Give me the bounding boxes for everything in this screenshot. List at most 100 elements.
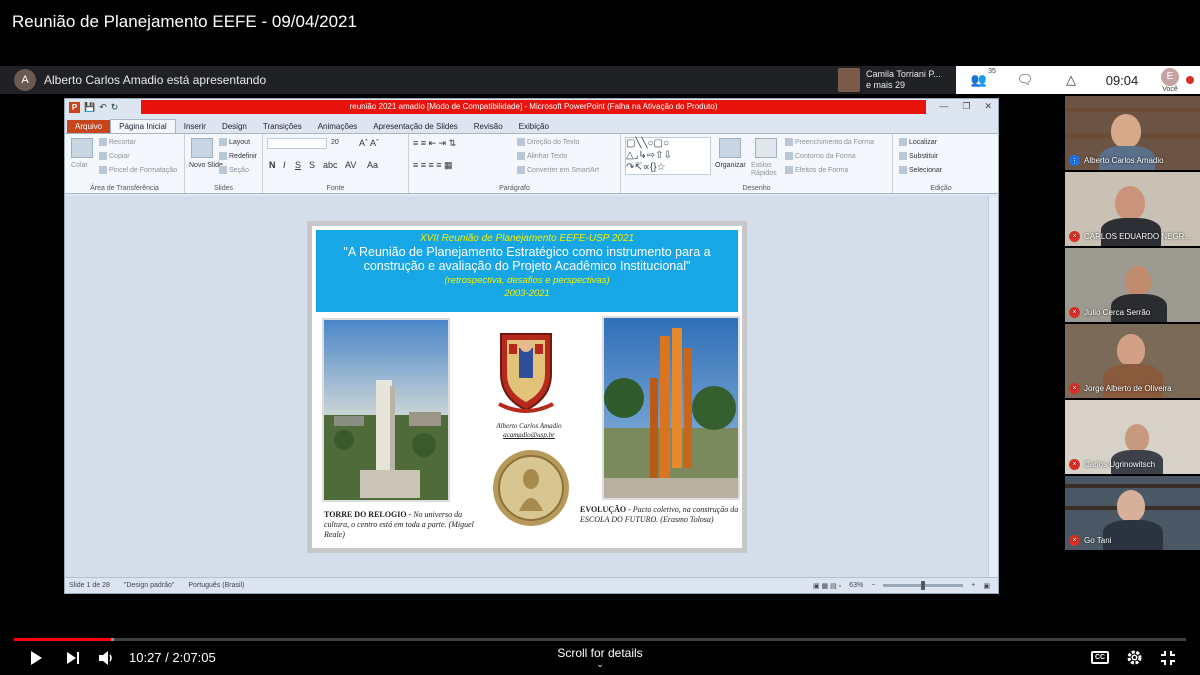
- new-slide-icon[interactable]: [191, 138, 213, 158]
- mic-off-icon: ×: [1069, 231, 1080, 242]
- volume-button[interactable]: [98, 650, 115, 671]
- shape-fill-button[interactable]: Preenchimento da Forma: [785, 138, 874, 146]
- spacing-icon[interactable]: AV: [345, 160, 356, 170]
- paste-icon[interactable]: [71, 138, 93, 158]
- volume-icon: [99, 651, 112, 665]
- next-icon: [67, 652, 79, 664]
- arrange-icon[interactable]: [719, 138, 741, 158]
- align-text-button[interactable]: Alinhar Texto: [517, 152, 567, 160]
- italic-icon[interactable]: I: [283, 160, 286, 170]
- people-button[interactable]: 👥 35: [956, 68, 1002, 88]
- participant-tile[interactable]: × Go Tani: [1065, 476, 1200, 550]
- select-button[interactable]: Selecionar: [899, 166, 942, 174]
- settings-button[interactable]: [1126, 649, 1143, 671]
- theme-name: "Design padrão": [123, 582, 175, 589]
- zoom-out-icon[interactable]: −: [871, 582, 875, 589]
- tab-design[interactable]: Design: [214, 120, 255, 133]
- next-button[interactable]: [66, 651, 80, 670]
- tab-insert[interactable]: Inserir: [176, 120, 214, 133]
- bold-icon[interactable]: N: [269, 160, 276, 170]
- find-button[interactable]: Localizar: [899, 138, 937, 146]
- tab-view[interactable]: Exibição: [511, 120, 557, 133]
- shapes-gallery[interactable]: ▢╲╲○▢○ △⌟↳⇨⇧⇩ ↷↸∝{}☆: [625, 137, 711, 175]
- group-font-label: Fonte: [326, 185, 345, 192]
- featured-participant[interactable]: Camila Torriani P... e mais 29: [838, 66, 950, 94]
- paste-label: Colar: [71, 162, 88, 169]
- zoom-slider[interactable]: [883, 581, 964, 590]
- tab-slideshow[interactable]: Apresentação de Slides: [365, 120, 466, 133]
- quick-styles-icon[interactable]: [755, 138, 777, 158]
- font-name-field[interactable]: [267, 138, 327, 149]
- participant-tile[interactable]: × Jorge Alberto de Oliveira: [1065, 324, 1200, 398]
- replace-button[interactable]: Substituir: [899, 152, 938, 160]
- language[interactable]: Português (Brasil): [188, 582, 244, 589]
- reset-button[interactable]: Redefinir: [219, 152, 257, 160]
- chat-button[interactable]: 🗨: [1002, 72, 1048, 88]
- tab-animations[interactable]: Animações: [310, 120, 366, 133]
- zoom-in-icon[interactable]: +: [971, 582, 975, 589]
- smartart-icon: [517, 166, 525, 174]
- save-icon[interactable]: 💾: [84, 102, 95, 113]
- grow-font-icon[interactable]: Aˆ Aˇ: [359, 138, 379, 148]
- group-editing: Localizar Substituir Selecionar Edição: [893, 134, 989, 193]
- text-direction-button[interactable]: Direção do Texto: [517, 138, 579, 146]
- restore-icon[interactable]: ❐: [962, 101, 970, 112]
- shadow-icon[interactable]: S: [309, 160, 315, 170]
- tab-home[interactable]: Página Inicial: [110, 119, 176, 133]
- format-painter-button[interactable]: Pincel de Formatação: [99, 166, 177, 174]
- group-drawing-label: Desenho: [742, 185, 771, 192]
- brush-icon: [99, 166, 107, 174]
- participant-tile[interactable]: × Carlos Ugrinowitsch: [1065, 400, 1200, 474]
- tab-file[interactable]: Arquivo: [67, 120, 111, 133]
- self-view[interactable]: E Você: [1150, 67, 1190, 93]
- tab-transitions[interactable]: Transições: [255, 120, 310, 133]
- view-buttons-icon[interactable]: ▣ ▦ ▤ ▫: [813, 582, 841, 590]
- minimize-icon[interactable]: —: [939, 101, 948, 112]
- scroll-for-details[interactable]: Scroll for details ⌄: [540, 646, 660, 669]
- tab-review[interactable]: Revisão: [466, 120, 511, 133]
- strikethrough-icon[interactable]: abc: [323, 160, 338, 170]
- participant-tile[interactable]: ⋮ Alberto Carlos Amadio: [1065, 96, 1200, 170]
- layout-button[interactable]: Layout: [219, 138, 250, 146]
- bullets-icon[interactable]: ≡ ≡ ⇤ ⇥ ⇅: [413, 138, 456, 149]
- scissors-icon: [99, 138, 107, 146]
- participants-count: 35: [988, 68, 996, 75]
- smartart-button[interactable]: Converter em SmartArt: [517, 166, 599, 174]
- participant-tile[interactable]: × CARLOS EDUARDO NEGR...: [1065, 172, 1200, 246]
- mic-off-icon: ×: [1069, 459, 1080, 470]
- redo-icon[interactable]: ↻: [111, 102, 119, 113]
- play-button[interactable]: [28, 650, 44, 671]
- shape-fill-label: Preenchimento da Forma: [795, 138, 874, 146]
- progress-bar[interactable]: [14, 638, 1186, 641]
- powerpoint-logo-icon: P: [69, 102, 80, 113]
- case-icon[interactable]: Aa: [367, 160, 378, 170]
- exit-fullscreen-button[interactable]: [1160, 650, 1176, 671]
- zoom-level[interactable]: 63%: [849, 582, 863, 589]
- layout-icon: [219, 138, 227, 146]
- slide-title-line3: (retrospectiva, desafios e perspectivas): [444, 275, 610, 286]
- undo-icon[interactable]: ↶: [99, 102, 107, 113]
- align-text-label: Alinhar Texto: [527, 152, 568, 160]
- close-icon[interactable]: ✕: [984, 101, 992, 112]
- shape-outline-button[interactable]: Contorno da Forma: [785, 152, 856, 160]
- group-paragraph: ≡ ≡ ⇤ ⇥ ⇅ ≡ ≡ ≡ ≡ ▦ Direção do Texto Ali…: [409, 134, 621, 193]
- time-display: 10:27 / 2:07:05: [129, 650, 216, 665]
- usp-crest-logo: [495, 326, 557, 414]
- underline-icon[interactable]: S: [295, 160, 301, 170]
- font-size-field[interactable]: 20: [331, 139, 339, 146]
- activities-button[interactable]: △: [1048, 72, 1094, 88]
- align-icons[interactable]: ≡ ≡ ≡ ≡ ▦: [413, 160, 453, 171]
- copy-button[interactable]: Copiar: [99, 152, 130, 160]
- presenter-indicator: A Alberto Carlos Amadio está apresentand…: [14, 69, 266, 91]
- author-email[interactable]: acamadio@usp.br: [482, 431, 576, 440]
- captions-button[interactable]: CC: [1091, 651, 1109, 664]
- scroll-for-details-label: Scroll for details: [557, 646, 643, 660]
- play-icon: [31, 651, 42, 665]
- fit-window-icon[interactable]: ▣: [983, 582, 990, 590]
- featured-participant-thumbnail: [838, 68, 860, 92]
- cut-button[interactable]: Recortar: [99, 138, 136, 146]
- vertical-scrollbar[interactable]: [988, 196, 998, 578]
- section-button[interactable]: Seção: [219, 166, 249, 174]
- participant-tile[interactable]: × Julio Cerca Serrão: [1065, 248, 1200, 322]
- shape-effects-button[interactable]: Efeitos de Forma: [785, 166, 848, 174]
